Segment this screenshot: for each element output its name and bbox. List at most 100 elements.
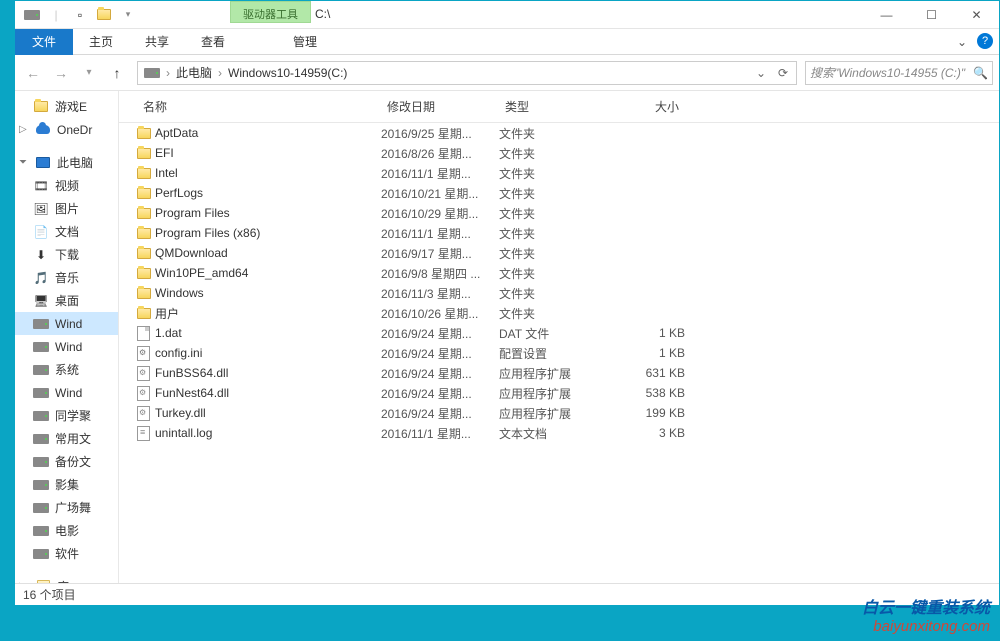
file-tab[interactable]: 文件 bbox=[15, 29, 73, 55]
address-dropdown-icon[interactable]: ⌄ bbox=[750, 66, 772, 80]
sidebar-item[interactable]: ⬇下载 bbox=[15, 243, 118, 266]
new-folder-icon[interactable] bbox=[93, 4, 115, 26]
sidebar-item[interactable]: 同学聚 bbox=[15, 404, 118, 427]
file-type: 文本文档 bbox=[499, 425, 611, 442]
refresh-button[interactable]: ⟳ bbox=[772, 66, 794, 80]
file-date: 2016/9/24 星期... bbox=[381, 385, 499, 402]
sidebar-icon: ⬇ bbox=[33, 247, 49, 263]
watermark-text: 白云一键重装系统 bbox=[862, 594, 990, 618]
file-icon bbox=[137, 208, 155, 219]
titlebar[interactable]: | ▫ ▾ 驱动器工具 C:\ — ☐ ✕ bbox=[15, 1, 999, 29]
file-date: 2016/9/24 星期... bbox=[381, 325, 499, 342]
drive-tools-tab-label: 驱动器工具 bbox=[230, 1, 311, 23]
sidebar-icon bbox=[33, 362, 49, 378]
sidebar-item[interactable]: 系统 bbox=[15, 358, 118, 381]
file-type: 文件夹 bbox=[499, 165, 611, 182]
sidebar-label: 影集 bbox=[55, 476, 79, 493]
file-row[interactable]: PerfLogs2016/10/21 星期...文件夹 bbox=[119, 183, 999, 203]
file-row[interactable]: Program Files2016/10/29 星期...文件夹 bbox=[119, 203, 999, 223]
manage-tab[interactable]: 管理 bbox=[277, 29, 333, 55]
file-row[interactable]: Windows2016/11/3 星期...文件夹 bbox=[119, 283, 999, 303]
sidebar-item[interactable]: ⏷此电脑 bbox=[15, 151, 118, 174]
sidebar-item[interactable]: 常用文 bbox=[15, 427, 118, 450]
file-icon bbox=[137, 228, 155, 239]
help-icon[interactable]: ? bbox=[977, 33, 993, 49]
file-icon bbox=[137, 168, 155, 179]
ribbon-collapse-icon[interactable]: ⌄ bbox=[953, 33, 971, 51]
maximize-button[interactable]: ☐ bbox=[909, 1, 954, 29]
sidebar-item[interactable]: 电影 bbox=[15, 519, 118, 542]
file-row[interactable]: Program Files (x86)2016/11/1 星期...文件夹 bbox=[119, 223, 999, 243]
sidebar-item[interactable]: Wind bbox=[15, 335, 118, 358]
file-list[interactable]: 名称 修改日期 类型 大小 AptData2016/9/25 星期...文件夹E… bbox=[119, 91, 999, 585]
sidebar-item[interactable]: 软件 bbox=[15, 542, 118, 565]
sidebar-label: 游戏E bbox=[55, 98, 87, 115]
file-name: 用户 bbox=[155, 305, 381, 322]
file-name: Intel bbox=[155, 166, 381, 180]
file-icon bbox=[137, 268, 155, 279]
share-tab[interactable]: 共享 bbox=[129, 29, 185, 55]
sidebar-item[interactable]: ▷OneDr bbox=[15, 118, 118, 141]
back-button[interactable]: ← bbox=[21, 61, 45, 85]
breadcrumb-drive-c[interactable]: Windows10-14959(C:) bbox=[224, 66, 351, 80]
sidebar-label: Wind bbox=[55, 340, 82, 354]
sidebar-item[interactable]: 🎵音乐 bbox=[15, 266, 118, 289]
view-tab[interactable]: 查看 bbox=[185, 29, 241, 55]
forward-button[interactable]: → bbox=[49, 61, 73, 85]
file-row[interactable]: Turkey.dll2016/9/24 星期...应用程序扩展199 KB bbox=[119, 403, 999, 423]
file-size: 1 KB bbox=[611, 326, 685, 340]
file-row[interactable]: QMDownload2016/9/17 星期...文件夹 bbox=[119, 243, 999, 263]
minimize-button[interactable]: — bbox=[864, 1, 909, 29]
file-type: 文件夹 bbox=[499, 305, 611, 322]
file-row[interactable]: Win10PE_amd642016/9/8 星期四 ...文件夹 bbox=[119, 263, 999, 283]
column-size[interactable]: 大小 bbox=[611, 98, 685, 115]
sidebar-item[interactable]: 影集 bbox=[15, 473, 118, 496]
file-row[interactable]: Intel2016/11/1 星期...文件夹 bbox=[119, 163, 999, 183]
sidebar-label: 同学聚 bbox=[55, 407, 91, 424]
up-button[interactable]: ↑ bbox=[105, 61, 129, 85]
column-name[interactable]: 名称 bbox=[137, 98, 381, 115]
file-row[interactable]: FunBSS64.dll2016/9/24 星期...应用程序扩展631 KB bbox=[119, 363, 999, 383]
sidebar-item[interactable]: 游戏E bbox=[15, 95, 118, 118]
navigation-pane[interactable]: 游戏E▷OneDr⏷此电脑🎞视频🖼图片📄文档⬇下载🎵音乐🖥桌面WindWind系… bbox=[15, 91, 119, 585]
sidebar-label: 软件 bbox=[55, 545, 79, 562]
explorer-icon[interactable] bbox=[21, 4, 43, 26]
close-button[interactable]: ✕ bbox=[954, 1, 999, 29]
file-row[interactable]: FunNest64.dll2016/9/24 星期...应用程序扩展538 KB bbox=[119, 383, 999, 403]
sidebar-label: 常用文 bbox=[55, 430, 91, 447]
breadcrumb-sep-icon[interactable]: › bbox=[216, 66, 224, 80]
sidebar-item[interactable]: Wind bbox=[15, 381, 118, 404]
address-bar[interactable]: › 此电脑 › Windows10-14959(C:) ⌄ ⟳ bbox=[137, 61, 797, 85]
file-row[interactable]: config.ini2016/9/24 星期...配置设置1 KB bbox=[119, 343, 999, 363]
file-row[interactable]: unintall.log2016/11/1 星期...文本文档3 KB bbox=[119, 423, 999, 443]
file-date: 2016/9/17 星期... bbox=[381, 245, 499, 262]
sidebar-item[interactable]: 🖼图片 bbox=[15, 197, 118, 220]
sidebar-item[interactable]: Wind bbox=[15, 312, 118, 335]
column-type[interactable]: 类型 bbox=[499, 98, 611, 115]
home-tab[interactable]: 主页 bbox=[73, 29, 129, 55]
file-date: 2016/11/1 星期... bbox=[381, 225, 499, 242]
properties-icon[interactable]: ▫ bbox=[69, 4, 91, 26]
sidebar-item[interactable]: 备份文 bbox=[15, 450, 118, 473]
sidebar-icon bbox=[33, 477, 49, 493]
file-row[interactable]: AptData2016/9/25 星期...文件夹 bbox=[119, 123, 999, 143]
breadcrumb-this-pc[interactable]: 此电脑 bbox=[172, 64, 216, 81]
sidebar-item[interactable]: 📄文档 bbox=[15, 220, 118, 243]
file-icon bbox=[137, 128, 155, 139]
address-drive-icon[interactable] bbox=[140, 68, 164, 78]
search-icon[interactable]: 🔍 bbox=[973, 66, 988, 80]
column-date[interactable]: 修改日期 bbox=[381, 98, 499, 115]
search-input[interactable]: 搜索"Windows10-14955 (C:)" 🔍 bbox=[805, 61, 993, 85]
file-row[interactable]: 用户2016/10/26 星期...文件夹 bbox=[119, 303, 999, 323]
sidebar-item[interactable]: 🎞视频 bbox=[15, 174, 118, 197]
sidebar-item[interactable]: 🖥桌面 bbox=[15, 289, 118, 312]
watermark-url: baiyunxitong.com bbox=[862, 618, 990, 635]
breadcrumb-sep-icon[interactable]: › bbox=[164, 66, 172, 80]
sidebar-label: 备份文 bbox=[55, 453, 91, 470]
file-row[interactable]: EFI2016/8/26 星期...文件夹 bbox=[119, 143, 999, 163]
qat-dropdown-icon[interactable]: ▾ bbox=[117, 4, 139, 26]
recent-dropdown-icon[interactable]: ▾ bbox=[77, 61, 101, 85]
file-row[interactable]: 1.dat2016/9/24 星期...DAT 文件1 KB bbox=[119, 323, 999, 343]
file-name: PerfLogs bbox=[155, 186, 381, 200]
sidebar-item[interactable]: 广场舞 bbox=[15, 496, 118, 519]
